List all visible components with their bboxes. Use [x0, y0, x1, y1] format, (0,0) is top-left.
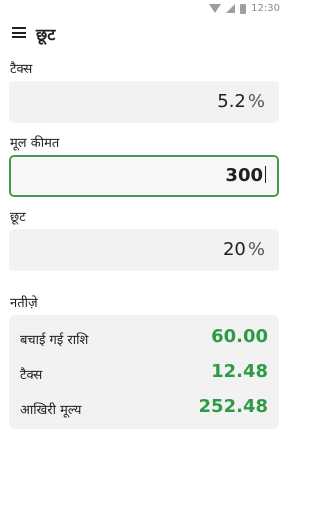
- results-card: बचाई गई राशि 60.00 टैक्स 12.48 आखिरी मूल…: [9, 315, 279, 429]
- discount-input[interactable]: 20%: [9, 229, 279, 271]
- result-row-final: आखिरी मूल्य 252.48: [9, 392, 279, 422]
- tax-value: 5.2: [217, 91, 246, 112]
- original-price-label: मूल कीमत: [10, 136, 60, 151]
- results-heading: नतीज़े: [10, 296, 38, 311]
- final-price-value: 252.48: [198, 396, 268, 417]
- tax-input[interactable]: 5.2%: [9, 81, 279, 123]
- original-price-input[interactable]: 300: [9, 155, 279, 197]
- tax-result-value: 12.48: [211, 361, 268, 382]
- wifi-icon: [209, 4, 222, 13]
- app-title: छूट: [36, 25, 56, 44]
- text-caret: [265, 166, 266, 183]
- discount-value: 20: [222, 239, 246, 260]
- tax-unit: %: [247, 91, 265, 112]
- saved-amount-label: बचाई गई राशि: [20, 333, 89, 348]
- final-price-label: आखिरी मूल्य: [20, 403, 82, 418]
- status-bar: 12:30: [0, 0, 288, 20]
- app-bar: छूट: [0, 20, 288, 46]
- discount-label: छूट: [10, 210, 26, 225]
- result-row-tax: टैक्स 12.48: [9, 357, 279, 387]
- status-time: 12:30: [251, 3, 280, 14]
- original-price-value: 300: [225, 165, 263, 186]
- menu-icon[interactable]: [12, 27, 26, 38]
- discount-unit: %: [247, 239, 265, 260]
- signal-icon: [226, 4, 236, 13]
- result-row-saved: बचाई गई राशि 60.00: [9, 322, 279, 352]
- tax-result-label: टैक्स: [20, 368, 43, 383]
- saved-amount-value: 60.00: [211, 326, 268, 347]
- tax-label: टैक्स: [10, 62, 33, 77]
- battery-icon: [240, 3, 247, 14]
